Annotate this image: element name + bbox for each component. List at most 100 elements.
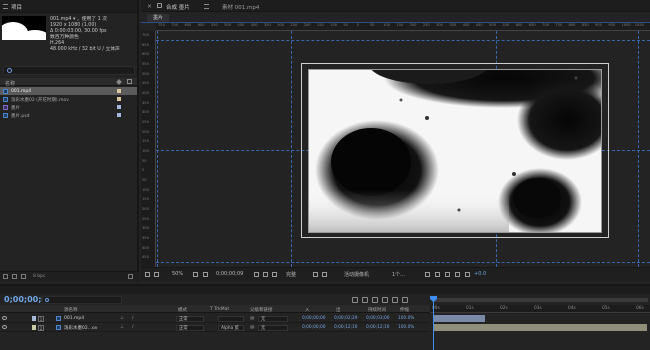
graph-editor-icon[interactable]: [392, 297, 398, 303]
parent-dropdown[interactable]: 无: [258, 324, 288, 331]
duration-value[interactable]: 0;00;12;16: [366, 325, 389, 330]
col-mode[interactable]: 模式: [178, 307, 187, 313]
mode-dropdown[interactable]: 正常: [176, 324, 204, 331]
show-snapshot-icon[interactable]: [263, 272, 268, 277]
camera-dropdown[interactable]: 活动摄像机: [344, 271, 369, 278]
project-file-row[interactable]: 墨片.psd: [0, 111, 137, 119]
label-color-swatch[interactable]: [117, 89, 121, 93]
layer-row[interactable]: 1 001.mp4 ⊥ / 正常 @ 无 0;00;00;00 0;00;02;29 0;00;0…: [0, 314, 430, 323]
timeline-search-input[interactable]: [42, 296, 122, 304]
reset-exposure-icon[interactable]: [465, 272, 470, 277]
guide-line[interactable]: [638, 31, 639, 267]
panel-menu-icon[interactable]: [204, 4, 209, 9]
grid-toggle-icon[interactable]: [193, 272, 198, 277]
current-time-display[interactable]: 0;00;00;09: [216, 271, 243, 277]
column-name-header[interactable]: 名称: [5, 80, 15, 87]
interpret-footage-icon[interactable]: [3, 274, 8, 279]
region-of-interest-icon[interactable]: [313, 272, 318, 277]
project-file-row[interactable]: 墨片: [0, 103, 137, 111]
project-file-row[interactable]: 001.mp4: [0, 87, 137, 95]
draft-3d-icon[interactable]: [352, 297, 358, 303]
vertical-ruler[interactable]: 700 650 600 550 500 450 400 350 300 250 200 150 100 5…: [141, 31, 156, 267]
pixel-aspect-icon[interactable]: [425, 272, 430, 277]
horizontal-ruler[interactable]: 750 700 650 600 550 500 450 400 350 300 250 200 150 1…: [156, 23, 650, 31]
layer-duration-bar[interactable]: [434, 324, 647, 331]
delete-icon[interactable]: [128, 274, 133, 279]
transparency-grid-icon[interactable]: [322, 272, 327, 277]
guide-line[interactable]: [156, 40, 650, 41]
project-search-input[interactable]: [3, 66, 135, 75]
layer-name[interactable]: 泼彩水墨02...ov: [64, 325, 97, 331]
guide-line[interactable]: [156, 262, 650, 263]
col-in[interactable]: 入: [305, 307, 310, 313]
col-stretch[interactable]: 伸缩: [400, 307, 409, 313]
shy-layers-icon[interactable]: [362, 297, 368, 303]
layer-name[interactable]: 001.mp4: [64, 316, 84, 321]
trkmat-dropdown[interactable]: Alpha 反: [218, 324, 244, 331]
flowchart-icon[interactable]: [455, 272, 460, 277]
new-composition-icon[interactable]: [21, 274, 26, 279]
label-color-swatch[interactable]: [117, 97, 121, 101]
mode-dropdown[interactable]: 正常: [176, 315, 204, 322]
col-trkmat[interactable]: T TrkMat: [210, 307, 229, 312]
trkmat-dropdown[interactable]: [218, 315, 244, 322]
resolution-dropdown[interactable]: 完整: [286, 271, 296, 278]
layer-label-swatch[interactable]: [32, 325, 36, 330]
layer-label-swatch[interactable]: [32, 316, 36, 321]
duration-value[interactable]: 0;00;03;00: [366, 316, 389, 321]
exposure-value[interactable]: +0.0: [474, 271, 486, 277]
fast-preview-icon[interactable]: [435, 272, 440, 277]
stretch-value[interactable]: 100.0%: [398, 325, 414, 330]
markers-icon[interactable]: [402, 297, 408, 303]
always-preview-icon[interactable]: [145, 272, 150, 277]
label-color-swatch[interactable]: [117, 105, 121, 109]
panel-menu-icon[interactable]: [3, 4, 8, 9]
time-ruler[interactable]: 00s 01s 02s 03s 04s 05s 06s: [430, 305, 650, 313]
camera-snapshot-icon[interactable]: [254, 272, 259, 277]
visibility-eye-icon[interactable]: [2, 316, 7, 320]
label-column-icon[interactable]: [116, 79, 122, 85]
playhead-line[interactable]: [433, 298, 434, 350]
col-duration[interactable]: 持续时间: [368, 307, 386, 313]
layer-duration-bar[interactable]: [434, 315, 485, 322]
col-out[interactable]: 出: [336, 307, 341, 313]
work-area-bar[interactable]: [432, 298, 648, 302]
bit-depth-button[interactable]: 8 bpc: [33, 274, 45, 279]
col-source-name[interactable]: 源名称: [64, 307, 78, 313]
zoom-dropdown[interactable]: 50%: [172, 271, 183, 277]
layer-row[interactable]: 2 泼彩水墨02...ov ⊥ / 正常 Alpha 反 @ 无 0;00;00;00 0;00;…: [0, 323, 430, 332]
views-dropdown[interactable]: 1个...: [392, 271, 405, 278]
out-point[interactable]: 0;00;02;29: [334, 316, 357, 321]
project-file-row[interactable]: 泼彩水墨02 (开花时期).mov: [0, 95, 137, 103]
visibility-eye-icon[interactable]: [2, 325, 7, 329]
guide-line[interactable]: [157, 31, 158, 267]
motion-blur-icon[interactable]: [382, 297, 388, 303]
magnifier-icon[interactable]: [154, 272, 159, 277]
type-column-icon[interactable]: [127, 79, 132, 84]
pick-whip-icon[interactable]: @: [250, 316, 255, 321]
mask-visibility-icon[interactable]: [203, 272, 208, 277]
tab-composition[interactable]: 合成 墨片: [166, 3, 190, 11]
label-color-swatch[interactable]: [117, 113, 121, 117]
comp-subtab[interactable]: 墨片: [147, 14, 170, 22]
new-folder-icon[interactable]: [12, 274, 17, 279]
out-point[interactable]: 0;00;12;16: [334, 325, 357, 330]
close-icon[interactable]: ×: [147, 3, 152, 10]
tab-project[interactable]: 项目: [11, 3, 22, 11]
col-parent[interactable]: 父级和链接: [250, 307, 273, 313]
fx-switch-icon[interactable]: /: [132, 325, 134, 330]
lock-icon[interactable]: [157, 3, 162, 8]
in-point[interactable]: 0;00;00;00: [302, 316, 325, 321]
frame-blending-icon[interactable]: [372, 297, 378, 303]
timeline-toggle-icon[interactable]: [445, 272, 450, 277]
switch-icon[interactable]: ⊥: [120, 325, 124, 330]
parent-dropdown[interactable]: 无: [258, 315, 288, 322]
fx-switch-icon[interactable]: /: [132, 316, 134, 321]
composition-viewer[interactable]: [308, 69, 602, 233]
tab-footage[interactable]: 素材 001.mp4: [222, 3, 259, 11]
switch-icon[interactable]: ⊥: [120, 316, 124, 321]
pick-whip-icon[interactable]: @: [250, 325, 255, 330]
guide-line[interactable]: [291, 31, 292, 267]
color-channel-icon[interactable]: [272, 272, 277, 277]
in-point[interactable]: 0;00;00;00: [302, 325, 325, 330]
